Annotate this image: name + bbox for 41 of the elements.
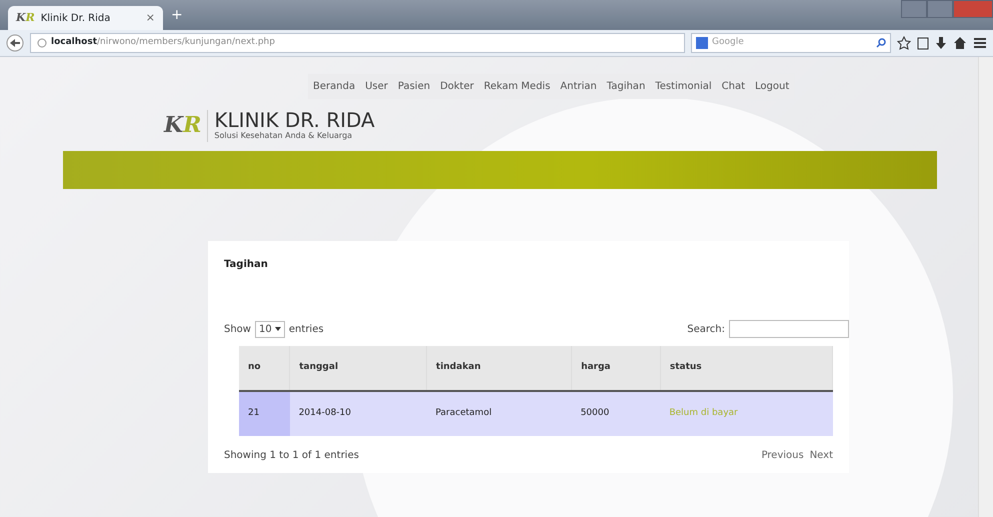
- table-cell: 21: [239, 391, 290, 436]
- table-cell: 50000: [572, 391, 660, 436]
- logo-icon: KR: [164, 109, 202, 142]
- search-engine-icon: [696, 37, 708, 49]
- star-icon[interactable]: [897, 36, 911, 50]
- table-search-field[interactable]: [729, 320, 849, 338]
- nav-link[interactable]: Beranda: [308, 74, 360, 99]
- menu-icon[interactable]: [973, 36, 987, 50]
- clipboard-icon[interactable]: [917, 36, 929, 50]
- browser-tab[interactable]: KR Klinik Dr. Rida ×: [8, 6, 163, 30]
- show-label: Show: [224, 324, 251, 334]
- table-cell: Paracetamol: [426, 391, 572, 436]
- globe-icon: [37, 38, 47, 48]
- address-field[interactable]: localhost/nirwono/members/kunjungan/next.php: [30, 33, 685, 53]
- tab-title: Klinik Dr. Rida: [40, 12, 112, 26]
- back-icon[interactable]: [6, 34, 24, 52]
- table-cell: Belum di bayar: [660, 391, 832, 436]
- pagination-link[interactable]: Previous: [761, 450, 804, 461]
- column-header[interactable]: tanggal: [290, 346, 427, 391]
- pagination-link[interactable]: Next: [810, 450, 833, 461]
- column-header[interactable]: no: [239, 346, 290, 391]
- clinic-name: KLINIK DR. RIDA: [207, 110, 375, 130]
- home-icon[interactable]: [953, 36, 967, 50]
- new-tab-button[interactable]: +: [171, 5, 183, 26]
- entries-label: entries: [288, 324, 324, 334]
- close-tab-button[interactable]: ×: [146, 10, 155, 26]
- nav-link[interactable]: User: [360, 74, 393, 99]
- download-icon[interactable]: [935, 36, 947, 50]
- table-info: Showing 1 to 1 of 1 entries: [224, 449, 359, 463]
- column-header[interactable]: tindakan: [426, 346, 572, 391]
- column-header[interactable]: harga: [572, 346, 660, 391]
- favicon-icon: KR: [16, 10, 35, 26]
- page-length-select[interactable]: 10: [254, 320, 285, 338]
- card-title: Tagihan: [224, 258, 269, 272]
- clinic-tagline: Solusi Kesehatan Anda & Keluarga: [207, 130, 375, 142]
- search-icon[interactable]: [876, 38, 886, 48]
- scrollbar[interactable]: [978, 57, 993, 517]
- table-cell: 2014-08-10: [290, 391, 427, 436]
- caret-icon: [274, 326, 281, 331]
- search-label: Search:: [687, 322, 725, 336]
- column-header[interactable]: status: [660, 346, 832, 391]
